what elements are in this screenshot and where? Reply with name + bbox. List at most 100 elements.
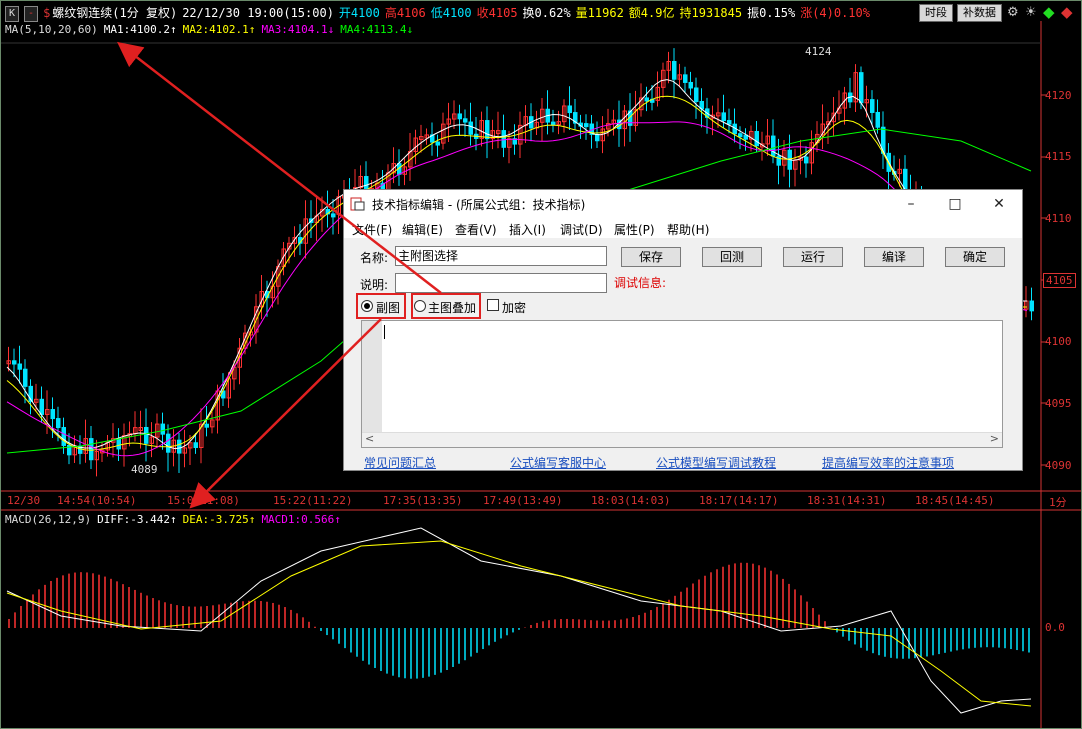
macd1-value: MACD1:0.566↑ [261,513,341,526]
scroll-right-icon[interactable]: > [990,432,999,445]
candle-body [501,130,506,148]
period-label[interactable]: 1分 [1049,494,1067,510]
candle-body [204,423,209,428]
ok-button[interactable]: 确定 [945,247,1005,267]
x-tick: 18:45(14:45) [915,494,995,507]
candle-body [771,135,776,157]
candle-body [144,426,149,444]
dialog-titlebar[interactable]: 技术指标编辑 - (所属公式组：技术指标) – □ ✕ [344,190,1022,218]
candle-body [595,133,600,142]
menu-file[interactable]: 文件(F) [352,221,392,238]
link-service-center[interactable]: 公式编写客服中心 [510,454,606,471]
candle-body [166,433,171,453]
formula-icon [350,197,365,211]
scroll-left-icon[interactable]: < [365,432,374,445]
radio-overlay[interactable] [414,300,426,312]
candle-body [721,112,726,122]
run-button[interactable]: 运行 [783,247,843,267]
radio-overlay-label: 主图叠加 [428,301,477,315]
save-button[interactable]: 保存 [621,247,681,267]
link-faq[interactable]: 常见问题汇总 [364,454,436,471]
menu-view[interactable]: 查看(V) [455,221,497,238]
candle-body [89,438,94,461]
candle-body [23,368,28,387]
candle-body [738,133,743,138]
candle-body [457,113,462,120]
candle-body [435,141,440,146]
backtest-button[interactable]: 回测 [702,247,762,267]
menu-properties[interactable]: 属性(P) [614,221,655,238]
macd-legend: MACD(26,12,9) DIFF:-3.442↑ DEA:-3.725↑ MACD… [5,513,347,526]
formula-editor[interactable]: < > [361,320,1003,448]
candle-body [875,111,880,128]
macd-label: MACD(26,12,9) [5,513,92,526]
text-caret [384,325,385,339]
radio-sub-chart[interactable] [361,300,373,312]
y-tick: 4115 [1045,150,1072,163]
menu-edit[interactable]: 编辑(E) [402,221,443,238]
link-efficiency-tips[interactable]: 提高编写效率的注意事项 [822,454,954,471]
candle-body [644,97,649,102]
y-tick: 4100 [1045,335,1072,348]
x-tick: 15:22(11:22) [273,494,353,507]
encrypt-label: 加密 [502,301,527,315]
current-price-badge: 4105 [1043,273,1076,288]
candle-body [584,123,589,128]
candle-body [727,120,732,125]
menu-insert[interactable]: 插入(I) [509,221,546,238]
low-label: 4089 [131,463,158,476]
dialog-title: 技术指标编辑 - (所属公式组：技术指标) [372,198,586,212]
x-tick: 18:03(14:03) [591,494,671,507]
x-tick: 15:0(11:08) [167,494,240,507]
link-tutorial[interactable]: 公式模型编写调试教程 [656,454,776,471]
maximize-icon[interactable]: □ [940,192,970,216]
macd-zero-tick: 0.0 [1045,621,1065,634]
candle-body [804,156,809,164]
dea-value: DEA:-3.725↑ [182,513,256,526]
candle-body [754,130,759,147]
x-tick: 18:31(14:31) [807,494,887,507]
menu-help[interactable]: 帮助(H) [667,221,709,238]
candle-body [116,438,121,450]
candle-body [193,442,198,449]
candle-body [694,87,699,102]
candle-body [743,134,748,140]
high-label: 4124 [805,45,832,58]
encrypt-checkbox[interactable] [487,299,499,311]
close-icon[interactable]: ✕ [984,192,1014,216]
candle-body [683,74,688,83]
desc-input[interactable] [395,273,607,293]
x-tick: 17:35(13:35) [383,494,463,507]
radio-sub-label: 副图 [376,301,401,315]
candle-body [160,423,165,435]
name-input[interactable]: 主附图选择 [395,246,607,266]
candle-body [870,99,875,113]
minimize-icon[interactable]: – [896,192,926,216]
candle-body [1029,300,1034,312]
candle-body [672,61,677,80]
dialog-menubar: 文件(F) 编辑(E) 查看(V) 插入(I) 调试(D) 属性(P) 帮助(H… [344,218,1022,238]
candle-body [56,418,61,429]
menu-debug[interactable]: 调试(D) [560,221,603,238]
candle-body [50,409,55,420]
candle-body [688,81,693,89]
diff-line [6,527,1032,714]
candle-body [61,427,66,446]
y-tick: 4110 [1045,212,1072,225]
candle-body [177,439,182,454]
desc-label: 说明: [360,278,389,292]
x-tick: 18:17(14:17) [699,494,779,507]
candle-body [567,105,572,114]
y-tick: 4120 [1045,89,1072,102]
candle-body [331,213,336,218]
dea-line [6,540,1032,707]
debug-info-label: 调试信息: [614,276,667,290]
y-tick: 4090 [1045,459,1072,472]
x-tick: 17:49(13:49) [483,494,563,507]
diff-value: DIFF:-3.442↑ [97,513,177,526]
candle-body [463,118,468,123]
y-tick: 4095 [1045,397,1072,410]
horizontal-scrollbar[interactable]: < > [362,432,1002,447]
compile-button[interactable]: 编译 [864,247,924,267]
editor-gutter [362,321,382,433]
